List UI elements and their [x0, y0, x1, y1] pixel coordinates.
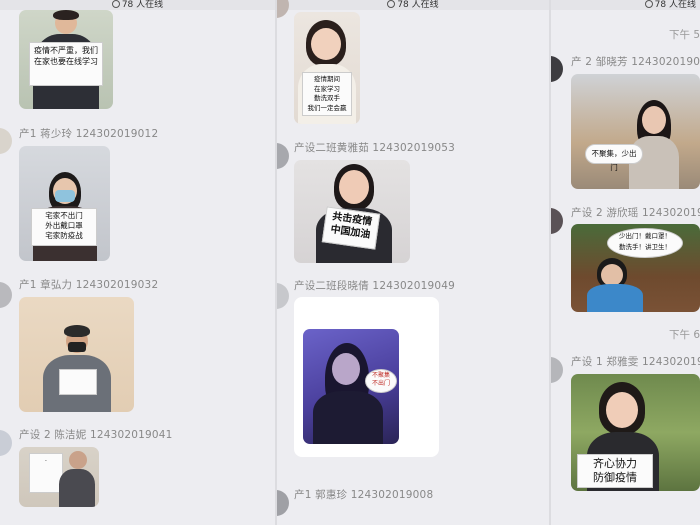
person-head	[69, 451, 87, 469]
eye-icon	[387, 0, 396, 8]
handwritten-sign: ·	[29, 453, 63, 493]
sender-name: 产 2 邹晓芳 124302019077	[571, 56, 700, 68]
handwritten-sign: 齐心协力 防御疫情	[577, 454, 653, 488]
person-head	[606, 392, 638, 428]
sender-name: 产设二班段晓倩 124302019049	[294, 280, 456, 292]
handwritten-sign: 疫情不严重，我们 在家也要在线学习	[29, 42, 103, 86]
message-photo[interactable]: ·	[19, 447, 99, 507]
message-photo[interactable]: 不聚集，少出门	[571, 74, 700, 189]
handwritten-sign: 少出门！戴口罩！ 勤洗手！讲卫生！	[607, 228, 683, 258]
sender-name: 产设 2 游欣瑶 124302019060	[571, 207, 700, 219]
message-photo[interactable]: 疫情期间 在家学习 勤洗双手 我们一定会赢	[294, 12, 360, 124]
message-photo[interactable]: 少出门！戴口罩！ 勤洗手！讲卫生！	[571, 224, 700, 312]
eye-icon	[644, 0, 653, 8]
handwritten-sign: 不聚集，少出门	[585, 144, 643, 172]
timestamp: 下午 5:	[669, 29, 700, 41]
message-photo[interactable]: 共击疫情 中国加油	[294, 160, 410, 263]
sender-name: 产1 蒋少玲 124302019012	[19, 128, 159, 140]
user-avatar[interactable]	[0, 282, 12, 308]
chat-panel-right[interactable]: 78 人在线 下午 5: 产 2 邹晓芳 124302019077 不聚集，少出…	[551, 0, 700, 525]
person-head	[311, 28, 341, 60]
person-hair	[53, 10, 79, 20]
person-head	[332, 353, 360, 385]
status-bar: 78 人在线	[0, 0, 275, 10]
person-body	[587, 284, 643, 312]
handwritten-sign: 疫情期间 在家学习 勤洗双手 我们一定会赢	[302, 72, 352, 116]
person-head	[339, 170, 369, 204]
message-photo[interactable]: 不聚集 不出门	[303, 329, 399, 444]
chat-panel-middle[interactable]: 78 人在线 疫情期间 在家学习 勤洗双手 我们一定会赢 产设二班黄雅茹 124…	[277, 0, 549, 525]
sender-name: 产设二班黄雅茹 124302019053	[294, 142, 456, 154]
user-avatar[interactable]	[551, 56, 563, 82]
status-bar: 78 人在线	[277, 0, 549, 10]
timestamp: 下午 6:	[669, 329, 700, 341]
sender-name: 产1 郭惠珍 124302019008	[294, 489, 434, 501]
user-avatar[interactable]	[277, 143, 289, 169]
user-avatar[interactable]	[277, 283, 289, 309]
message-photo[interactable]	[19, 297, 134, 412]
handwritten-sign: 不聚集 不出门	[365, 369, 397, 393]
user-avatar[interactable]	[0, 430, 12, 456]
person-cap	[64, 325, 90, 337]
sender-name: 产设 1 郑雅雯 124302019030	[571, 356, 700, 368]
screenshot-collage: 78 人在线 疫情不严重，我们 在家也要在线学习 产1 蒋少玲 12430201…	[0, 0, 700, 525]
person-head	[601, 264, 623, 286]
sender-name: 产1 章弘力 124302019032	[19, 279, 159, 291]
message-photo[interactable]: 疫情不严重，我们 在家也要在线学习	[19, 10, 113, 109]
face-mask	[55, 190, 75, 202]
user-avatar[interactable]	[277, 0, 289, 18]
message-photo[interactable]: 宅家不出门 外出戴口罩 宅家防疫战	[19, 146, 110, 261]
message-bubble[interactable]: 不聚集 不出门	[294, 297, 439, 457]
message-photo[interactable]: 齐心协力 防御疫情	[571, 374, 700, 491]
status-bar: 78 人在线	[551, 0, 700, 10]
person-body	[59, 469, 95, 507]
handwritten-sign	[59, 369, 97, 395]
chat-panel-left[interactable]: 78 人在线 疫情不严重，我们 在家也要在线学习 产1 蒋少玲 12430201…	[0, 0, 275, 525]
eye-icon	[111, 0, 120, 8]
person-head	[642, 106, 666, 134]
user-avatar[interactable]	[551, 357, 563, 383]
sender-name: 产设 2 陈洁妮 124302019041	[19, 429, 173, 441]
user-avatar[interactable]	[551, 208, 563, 234]
face-mask	[68, 342, 86, 352]
handwritten-sign: 共击疫情 中国加油	[321, 206, 381, 250]
user-avatar[interactable]	[277, 490, 289, 516]
user-avatar[interactable]	[0, 128, 12, 154]
handwritten-sign: 宅家不出门 外出戴口罩 宅家防疫战	[31, 208, 97, 246]
person-body	[313, 391, 383, 444]
